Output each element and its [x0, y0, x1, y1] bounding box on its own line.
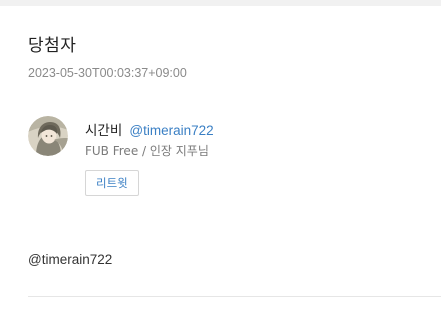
user-line: 시간비 @timerain722	[85, 119, 214, 139]
retweet-button[interactable]: 리트윗	[85, 170, 139, 196]
tweet-text: @timerain722	[28, 252, 113, 267]
page-title: 당첨자	[28, 36, 77, 56]
user-handle-link[interactable]: @timerain722	[129, 123, 213, 138]
user-avatar[interactable]	[28, 116, 68, 156]
avatar-illustration-icon	[28, 116, 68, 156]
top-strip	[0, 0, 441, 6]
divider	[28, 296, 441, 297]
post-timestamp: 2023-05-30T00:03:37+09:00	[28, 66, 187, 80]
user-display-name[interactable]: 시간비	[85, 123, 122, 139]
user-bio: FUB Free / 인장 지푸님	[85, 144, 209, 158]
